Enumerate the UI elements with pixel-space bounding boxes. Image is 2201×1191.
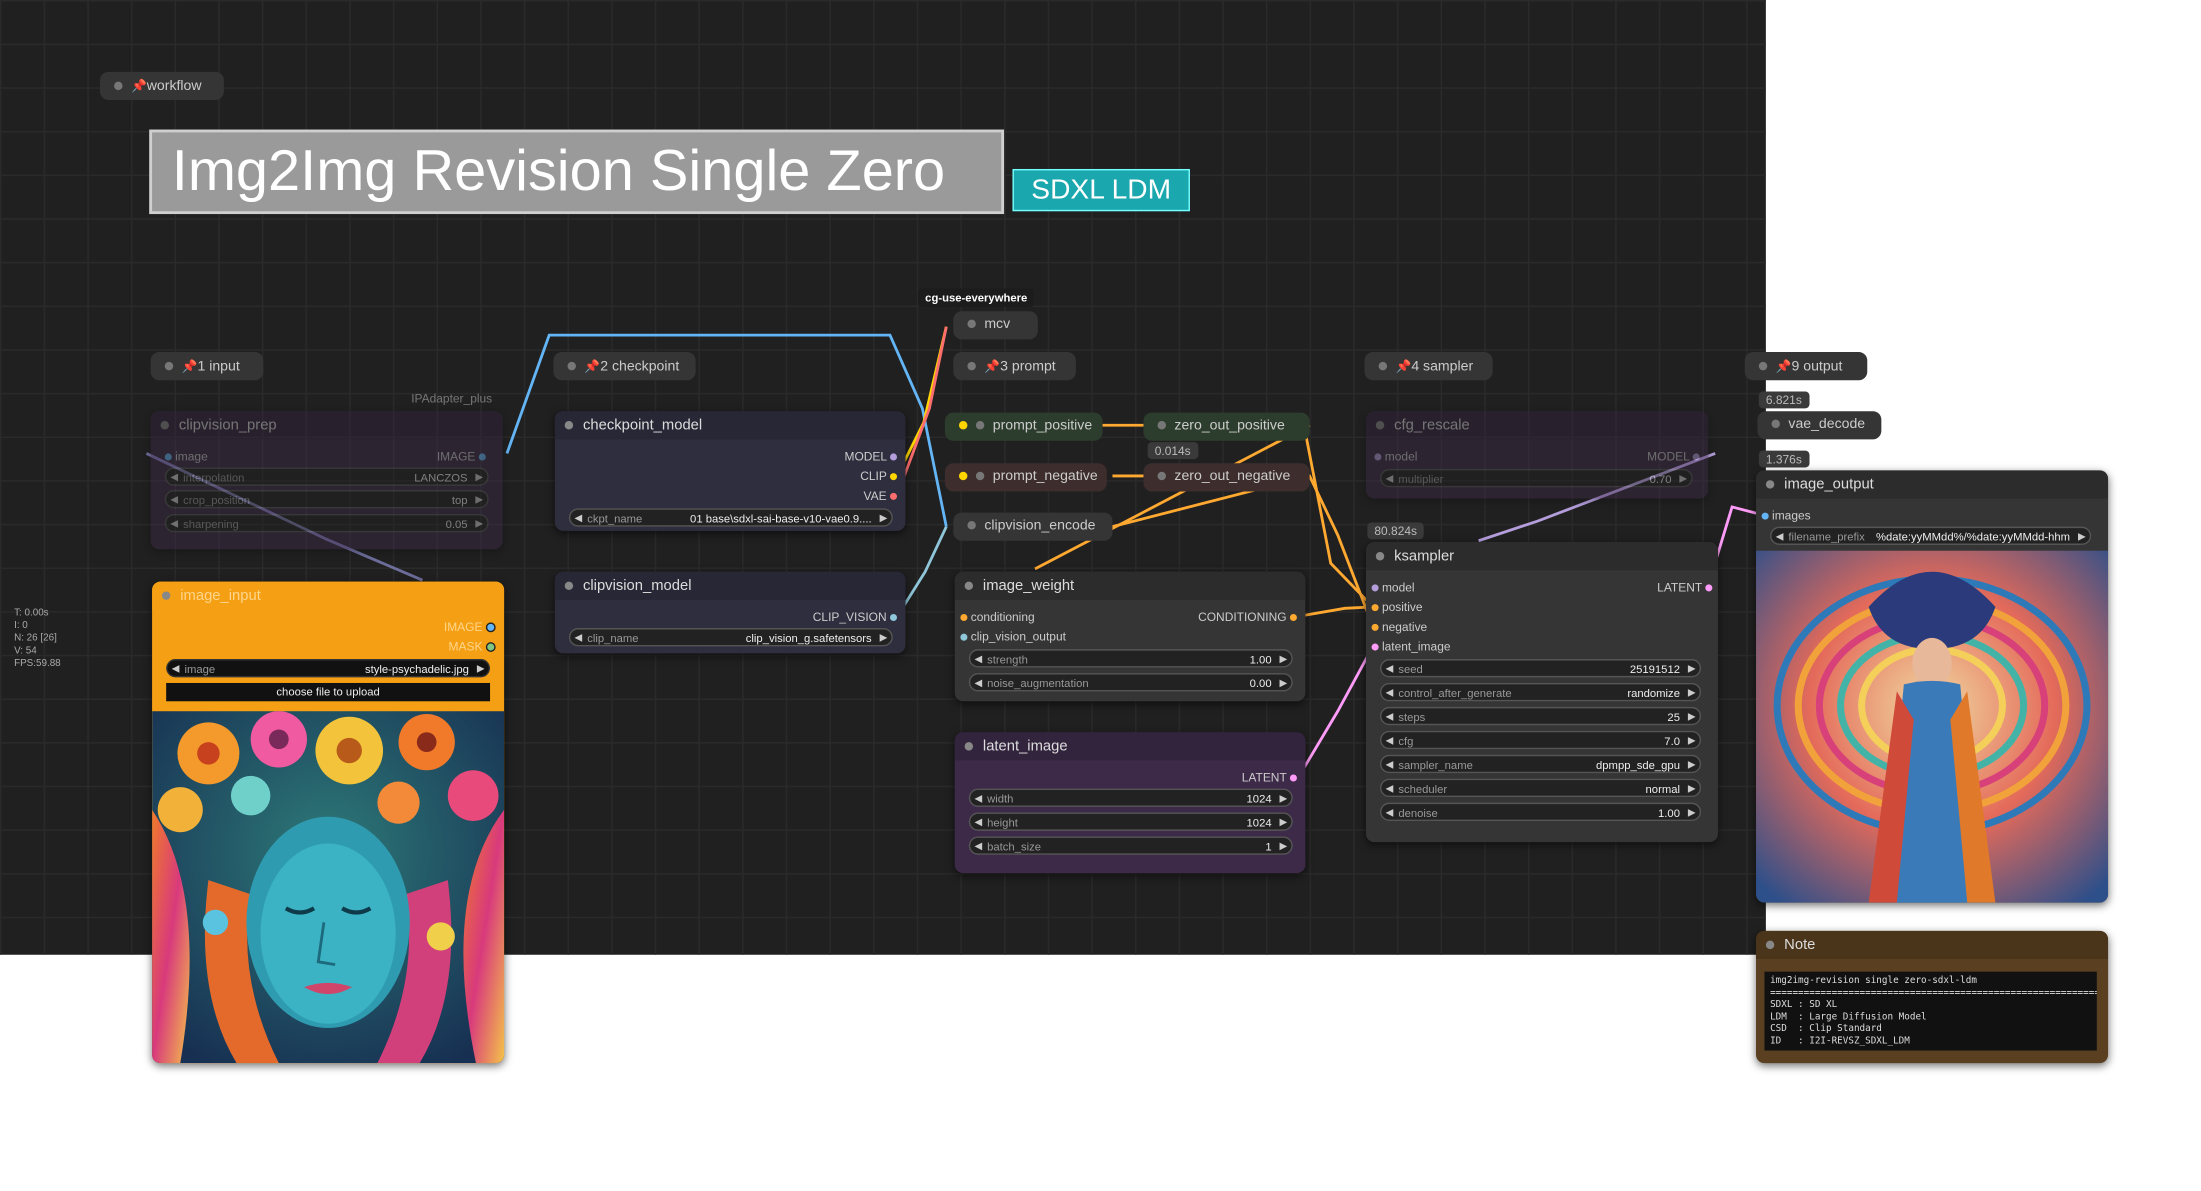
widget-filename-prefix[interactable]: filename_prefix%date:yyMMdd%/%date:yyMMd… <box>1770 526 2092 546</box>
comfyui-canvas[interactable]: 📌workflow Img2Img Revision Single Zero S… <box>0 0 2201 1191</box>
node-title: latent_image <box>954 732 1306 761</box>
widget-seed[interactable]: seed25191512 <box>1380 659 1702 679</box>
input-model[interactable]: model <box>1374 448 1417 466</box>
node-image-weight[interactable]: image_weight conditioning CONDITIONING c… <box>954 571 1306 702</box>
output-image[interactable]: IMAGE <box>444 618 496 636</box>
plugin-tag: cg-use-everywhere <box>918 288 1035 307</box>
node-checkpoint-model[interactable]: checkpoint_model MODEL CLIP VAE ckpt_nam… <box>554 411 906 531</box>
node-prompt-negative[interactable]: prompt_negative <box>944 463 1107 492</box>
page-title: Img2Img Revision Single Zero <box>149 129 1005 215</box>
widget-steps[interactable]: steps25 <box>1380 706 1702 727</box>
output-mask[interactable]: MASK <box>449 638 496 656</box>
group-checkpoint[interactable]: 📌2 checkpoint <box>553 352 696 381</box>
widget-interpolation[interactable]: interpolationLANCZOS <box>164 467 489 487</box>
input-negative[interactable]: negative <box>1371 618 1427 636</box>
widget-scheduler[interactable]: schedulernormal <box>1380 778 1702 798</box>
note-text[interactable]: img2img-revision single zero-sdxl-ldm ===… <box>1764 971 2097 1051</box>
node-cfg-rescale[interactable]: cfg_rescale model MODEL multiplier0.70 <box>1365 411 1709 499</box>
widget-image-file[interactable]: imagestyle-psychadelic.jpg <box>166 659 491 679</box>
node-clipvision-prep[interactable]: clipvision_prep image IMAGE interpolatio… <box>150 411 503 550</box>
node-image-output[interactable]: image_output images filename_prefix%date… <box>1756 470 2109 903</box>
widget-width[interactable]: width1024 <box>968 788 1293 808</box>
node-title: cfg_rescale <box>1365 411 1709 440</box>
output-model[interactable]: MODEL <box>844 448 898 466</box>
input-image-preview <box>152 711 505 1064</box>
output-model[interactable]: MODEL <box>1647 448 1700 466</box>
output-image-preview <box>1756 550 2109 903</box>
output-latent[interactable]: LATENT <box>1242 769 1297 787</box>
group-output[interactable]: 📌9 output <box>1744 352 1868 381</box>
node-clipvision-encode[interactable]: clipvision_encode <box>953 512 1113 541</box>
node-zero-out-positive[interactable]: zero_out_positive <box>1143 412 1310 441</box>
widget-denoise[interactable]: denoise1.00 <box>1380 802 1702 822</box>
node-title: image_input <box>152 581 505 610</box>
widget-noise-augmentation[interactable]: noise_augmentation0.00 <box>968 673 1293 693</box>
node-image-input[interactable]: image_input IMAGE MASK imagestyle-psycha… <box>152 581 505 1064</box>
node-title: clipvision_model <box>554 571 906 600</box>
group-workflow[interactable]: 📌workflow <box>99 71 224 100</box>
node-note[interactable]: Note img2img-revision single zero-sdxl-l… <box>1756 930 2109 1064</box>
node-mcv[interactable]: mcv <box>953 311 1038 340</box>
upload-button[interactable]: choose file to upload <box>166 682 491 702</box>
input-conditioning[interactable]: conditioning <box>960 608 1035 626</box>
output-clip[interactable]: CLIP <box>860 468 898 486</box>
group-sampler[interactable]: 📌4 sampler <box>1364 352 1493 381</box>
output-conditioning[interactable]: CONDITIONING <box>1198 608 1297 626</box>
input-positive[interactable]: positive <box>1371 598 1423 616</box>
input-model[interactable]: model <box>1371 579 1415 597</box>
image-output-time: 1.376s <box>1758 450 1809 468</box>
node-zero-out-negative[interactable]: zero_out_negative <box>1143 463 1310 492</box>
widget-cfg[interactable]: cfg7.0 <box>1380 730 1702 751</box>
vae-decode-time: 6.821s <box>1758 391 1809 409</box>
ipadapter-label: IPAdapter_plus <box>411 391 493 406</box>
node-latent-image[interactable]: latent_image LATENT width1024 height1024… <box>954 732 1306 874</box>
node-title: Note <box>1756 930 2109 959</box>
widget-clip-name[interactable]: clip_nameclip_vision_g.safetensors <box>568 628 893 648</box>
node-ksampler[interactable]: ksampler model LATENT positive negative … <box>1365 542 1718 843</box>
group-prompt[interactable]: 📌3 prompt <box>953 352 1076 381</box>
input-latent-image[interactable]: latent_image <box>1371 638 1451 656</box>
input-images[interactable]: images <box>1761 507 1811 525</box>
widget-ckpt-name[interactable]: ckpt_name01 base\sdxl-sai-base-v10-vae0.… <box>568 508 893 528</box>
node-prompt-positive[interactable]: prompt_positive <box>944 412 1103 441</box>
widget-multiplier[interactable]: multiplier0.70 <box>1380 468 1693 489</box>
node-title: ksampler <box>1365 542 1718 571</box>
output-image[interactable]: IMAGE <box>437 448 486 466</box>
group-input[interactable]: 📌1 input <box>150 352 264 381</box>
node-title: image_output <box>1756 470 2109 499</box>
node-title: clipvision_prep <box>150 411 503 440</box>
node-vae-decode[interactable]: vae_decode <box>1757 411 1882 440</box>
output-latent[interactable]: LATENT <box>1657 579 1713 597</box>
input-clip-vision-output[interactable]: clip_vision_output <box>960 628 1066 646</box>
node-clipvision-model[interactable]: clipvision_model CLIP_VISION clip_namecl… <box>554 571 906 654</box>
ksampler-time: 80.824s <box>1367 522 1425 540</box>
title-tag: SDXL LDM <box>1012 168 1190 212</box>
node-title: checkpoint_model <box>554 411 906 440</box>
input-image[interactable]: image <box>164 448 208 466</box>
widget-batch-size[interactable]: batch_size1 <box>968 836 1293 856</box>
zero-out-time: 0.014s <box>1147 442 1198 460</box>
widget-sampler-name[interactable]: sampler_namedpmpp_sde_gpu <box>1380 754 1702 775</box>
output-vae[interactable]: VAE <box>864 487 898 505</box>
node-title: image_weight <box>954 571 1306 600</box>
widget-strength[interactable]: strength1.00 <box>968 649 1293 669</box>
widget-sharpening[interactable]: sharpening0.05 <box>164 513 489 534</box>
output-clip-vision[interactable]: CLIP_VISION <box>813 608 898 626</box>
widget-control-after-generate[interactable]: control_after_generaterandomize <box>1380 682 1702 703</box>
widget-crop-position[interactable]: crop_positiontop <box>164 490 489 510</box>
widget-height[interactable]: height1024 <box>968 812 1293 832</box>
canvas-stats: T: 0.00s I: 0 N: 26 [26] V: 54 FPS:59.88 <box>14 608 61 669</box>
